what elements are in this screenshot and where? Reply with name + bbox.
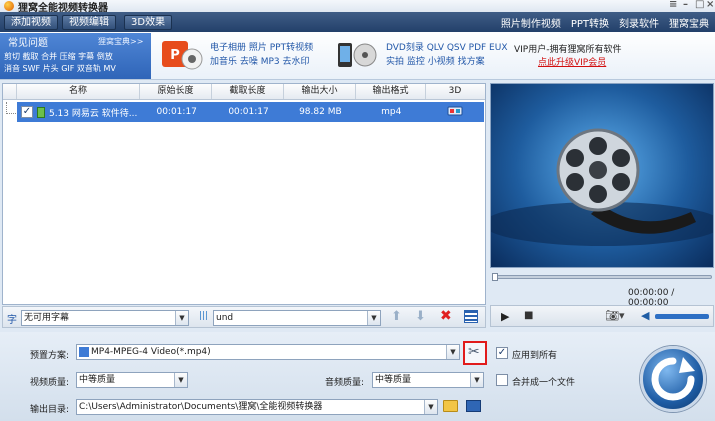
video-quality-label: 视频质量:	[30, 378, 70, 388]
preset-value: MP4-MPEG-4 Video(*.mp4)	[91, 347, 211, 357]
app-logo-icon	[4, 1, 14, 11]
chevron-down-icon[interactable]: ▼	[446, 345, 459, 359]
video-quality-select[interactable]: 中等质量 ▼	[76, 372, 188, 388]
list-icon[interactable]	[464, 310, 478, 323]
volume-slider[interactable]	[655, 314, 709, 319]
row-3d-icon[interactable]	[426, 106, 484, 119]
output-dir-value: C:\Users\Administrator\Documents\狸窝\全能视频…	[79, 402, 323, 412]
col-3d[interactable]: 3D	[426, 84, 484, 99]
open-folder-icon[interactable]	[466, 400, 481, 412]
folder-icon[interactable]	[443, 400, 458, 412]
3d-effect-button[interactable]: 3D效果	[124, 14, 173, 30]
photo-album-line-2[interactable]: 加音乐 去噪 MP3 去水印	[210, 56, 310, 69]
row-original-length: 00:01:17	[156, 107, 197, 117]
photo-album-line-1[interactable]: 电子相册 照片 PPT转视频	[210, 42, 313, 55]
subtitle-audio-bar: 字 无可用字幕 ▼ ||| und ▼ ⬆ ⬇ ✖	[2, 306, 486, 328]
move-up-icon[interactable]: ⬆	[391, 309, 402, 324]
video-preview	[490, 83, 714, 268]
row-format: mp4	[381, 107, 402, 117]
audio-quality-label: 音频质量:	[325, 378, 365, 388]
app-window: 狸窝全能视频转换器 ≡ – □ × 添加视频 视频编辑 3D效果 照片制作视频 …	[0, 0, 715, 421]
main-toolbar: 添加视频 视频编辑 3D效果 照片制作视频 PPT转换 刻录软件 狸窝宝典	[0, 12, 715, 32]
col-output-format[interactable]: 输出格式	[356, 84, 426, 99]
col-output-size[interactable]: 输出大小	[284, 84, 356, 99]
apply-all-label: 应用到所有	[512, 351, 558, 361]
player-controls: ▶ ■ 📷︎▾ ◀	[490, 305, 714, 327]
table-row[interactable]: ✓ 5.13 网易云 软件待... 00:01:17 00:01:17 98.8…	[17, 102, 484, 122]
output-dir-label: 输出目录:	[30, 405, 70, 415]
minimize-icon[interactable]: –	[683, 0, 688, 10]
convert-button[interactable]	[640, 346, 706, 412]
burn-software-link[interactable]: 刻录软件	[619, 15, 659, 30]
row-checkbox[interactable]: ✓	[21, 106, 33, 118]
merge-checkbox[interactable]: ✓	[496, 374, 508, 386]
chevron-down-icon[interactable]: ▼	[470, 373, 483, 387]
video-file-icon	[36, 106, 45, 118]
subtitle-icon: 字	[7, 315, 17, 326]
ppt-icon[interactable]: P	[160, 37, 204, 73]
top-links: 照片制作视频 PPT转换 刻录软件 狸窝宝典	[491, 12, 709, 32]
chevron-down-icon[interactable]: ▼	[424, 400, 437, 414]
video-quality-value: 中等质量	[79, 375, 116, 385]
file-list-panel[interactable]: 名称 原始长度 截取长度 输出大小 输出格式 3D ✓ 5.13 网易云 软件待…	[2, 83, 486, 305]
format-icon	[79, 346, 89, 357]
row-name: 5.13 网易云 软件待...	[48, 108, 138, 119]
liwo-guide-link[interactable]: 狸窝宝典	[669, 15, 709, 30]
faq-box: 常见问题 狸窝宝典>> 剪切 截取 合并 压缩 字幕 倒放 消音 SWF 片头 …	[0, 33, 151, 79]
title-bar: 狸窝全能视频转换器 ≡ – □ ×	[0, 0, 715, 14]
chevron-down-icon[interactable]: ▼	[367, 311, 380, 325]
stop-icon[interactable]: ■	[524, 310, 533, 321]
subtitle-value: 无可用字幕	[24, 313, 70, 323]
play-icon[interactable]: ▶	[501, 310, 509, 323]
table-header: 名称 原始长度 截取长度 输出大小 输出格式 3D	[3, 84, 485, 100]
edit-video-button[interactable]: 视频编辑	[62, 14, 116, 30]
close-icon[interactable]: ×	[706, 0, 714, 10]
chevron-down-icon[interactable]: ▼	[175, 311, 188, 325]
tools-icon: ✂︎	[468, 344, 480, 360]
merge-label: 合并成一个文件	[512, 378, 576, 388]
output-dir-select[interactable]: C:\Users\Administrator\Documents\狸窝\全能视频…	[76, 399, 438, 415]
subtitle-select[interactable]: 无可用字幕 ▼	[21, 310, 189, 326]
header-spacer	[3, 84, 17, 99]
preset-select[interactable]: MP4-MPEG-4 Video(*.mp4) ▼	[76, 344, 460, 360]
apply-all-checkbox[interactable]: ✓	[496, 347, 508, 359]
audio-track-select[interactable]: und ▼	[213, 310, 381, 326]
settings-button[interactable]: ✂︎	[463, 341, 487, 365]
dvd-line-1[interactable]: DVD刻录 QLV QSV PDF EUX	[386, 42, 508, 55]
svg-text:P: P	[170, 48, 180, 63]
preset-label: 预置方案:	[30, 351, 70, 361]
photo-video-link[interactable]: 照片制作视频	[501, 15, 561, 30]
move-down-icon[interactable]: ⬇	[415, 309, 426, 324]
faq-line-2[interactable]: 消音 SWF 片头 GIF 双音轨 MV	[4, 64, 116, 74]
ppt-convert-link[interactable]: PPT转换	[571, 15, 609, 30]
vip-text: VIP用户-拥有狸窝所有软件	[514, 45, 622, 55]
faq-title[interactable]: 常见问题	[8, 34, 48, 49]
chevron-down-icon[interactable]: ▼	[174, 373, 187, 387]
volume-icon[interactable]: ◀	[641, 309, 649, 322]
convert-arrow-icon	[651, 357, 695, 401]
audio-quality-select[interactable]: 中等质量 ▼	[372, 372, 484, 388]
seek-handle[interactable]	[492, 273, 498, 281]
col-name[interactable]: 名称	[17, 84, 140, 99]
film-reel-icon	[491, 128, 713, 246]
delete-icon[interactable]: ✖	[440, 308, 452, 324]
dvd-phone-icon[interactable]	[334, 37, 380, 73]
row-output-size: 98.82 MB	[299, 107, 342, 117]
audio-track-icon: |||	[199, 311, 209, 321]
faq-line-1[interactable]: 剪切 截取 合并 压缩 字幕 倒放	[4, 52, 113, 62]
menu-icon[interactable]: ≡	[669, 0, 677, 10]
add-video-button[interactable]: 添加视频	[4, 14, 58, 30]
col-original-length[interactable]: 原始长度	[140, 84, 212, 99]
seek-bar[interactable]	[490, 272, 714, 282]
tree-connector	[6, 102, 16, 114]
vip-upgrade-link[interactable]: 点此升级VIP会员	[538, 57, 606, 70]
camera-icon[interactable]: 📷︎▾	[605, 309, 625, 322]
audio-track-value: und	[216, 313, 234, 323]
maximize-icon[interactable]: □	[695, 0, 704, 10]
row-cut-length: 00:01:17	[228, 107, 269, 117]
faq-more-link[interactable]: 狸窝宝典>>	[98, 36, 143, 47]
dvd-line-2[interactable]: 实拍 监控 小视频 找方案	[386, 56, 485, 69]
audio-quality-value: 中等质量	[375, 375, 412, 385]
col-cut-length[interactable]: 截取长度	[212, 84, 284, 99]
